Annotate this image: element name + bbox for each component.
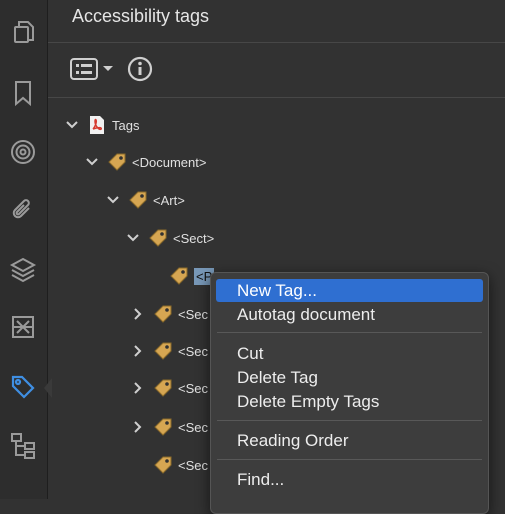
menu-item-delete-tag[interactable]: Delete Tag	[216, 366, 483, 389]
tag-icon	[106, 151, 128, 173]
tree-item-sect[interactable]: <Sec	[130, 300, 208, 328]
tree-item-sect[interactable]: <Sec	[130, 413, 208, 441]
tree-item-sect[interactable]: <Sect>	[125, 224, 214, 252]
tags-icon[interactable]	[8, 372, 38, 402]
tag-icon	[152, 377, 174, 399]
menu-item-reading-order[interactable]: Reading Order	[216, 429, 483, 452]
tree-item-art[interactable]: <Art>	[105, 186, 185, 214]
chevron-down-icon	[103, 66, 113, 71]
chevron-right-icon[interactable]	[130, 380, 146, 396]
content-icon[interactable]	[8, 312, 38, 342]
options-menu-button[interactable]	[70, 58, 114, 80]
divider	[48, 42, 505, 43]
tree-item-sect[interactable]: <Sec	[130, 337, 208, 365]
target-icon[interactable]	[8, 137, 38, 167]
tree-item-label: Tags	[112, 117, 140, 133]
menu-separator	[217, 420, 482, 421]
tree-item-label: <Sect>	[173, 230, 215, 246]
pages-icon[interactable]	[8, 17, 38, 47]
tree-item-p-selected[interactable]: <P	[168, 262, 215, 290]
pdf-icon	[86, 114, 108, 136]
chevron-down-icon[interactable]	[84, 154, 100, 170]
panel-title: Accessibility tags	[72, 6, 210, 26]
tree-item-label: <Document>	[132, 154, 207, 170]
chevron-down-icon[interactable]	[125, 230, 141, 246]
info-button[interactable]	[127, 56, 153, 82]
tree-item-label: <Art>	[153, 192, 185, 208]
layers-icon[interactable]	[8, 254, 38, 284]
tree-item-label: <Sec	[178, 419, 208, 435]
chevron-right-icon[interactable]	[130, 306, 146, 322]
tree-item-label: <Sec	[178, 306, 208, 322]
menu-item-find[interactable]: Find...	[216, 468, 483, 491]
menu-item-autotag-document[interactable]: Autotag document	[216, 303, 483, 326]
menu-separator	[217, 459, 482, 460]
bookmark-icon[interactable]	[8, 78, 38, 108]
tree-item-sect[interactable]: <Sec	[130, 374, 208, 402]
tag-icon	[168, 265, 190, 287]
chevron-down-icon[interactable]	[105, 192, 121, 208]
tree-item-sect[interactable]: <Sec	[152, 451, 208, 479]
chevron-right-icon[interactable]	[130, 419, 146, 435]
tag-icon	[127, 189, 149, 211]
tag-icon	[152, 454, 174, 476]
menu-item-cut[interactable]: Cut	[216, 342, 483, 365]
tag-icon	[147, 227, 169, 249]
tag-icon	[152, 416, 174, 438]
divider	[48, 97, 505, 98]
tree-item-label: <Sec	[178, 457, 208, 473]
attachment-icon[interactable]	[8, 195, 38, 225]
tag-icon	[152, 303, 174, 325]
tree-item-label: <Sec	[178, 380, 208, 396]
menu-separator	[217, 332, 482, 333]
menu-item-delete-empty-tags[interactable]: Delete Empty Tags	[216, 390, 483, 413]
menu-item-new-tag[interactable]: New Tag...	[216, 279, 483, 302]
tree-item-label: <Sec	[178, 343, 208, 359]
options-menu-icon	[70, 58, 98, 80]
chevron-right-icon[interactable]	[130, 343, 146, 359]
model-tree-icon[interactable]	[8, 430, 38, 460]
context-menu: New Tag... Autotag document Cut Delete T…	[210, 272, 489, 514]
left-sidebar	[0, 0, 52, 499]
tag-icon	[152, 340, 174, 362]
tree-item-document[interactable]: <Document>	[84, 148, 206, 176]
info-icon	[127, 56, 153, 82]
tree-item-tags[interactable]: Tags	[64, 111, 139, 139]
chevron-down-icon[interactable]	[64, 117, 80, 133]
